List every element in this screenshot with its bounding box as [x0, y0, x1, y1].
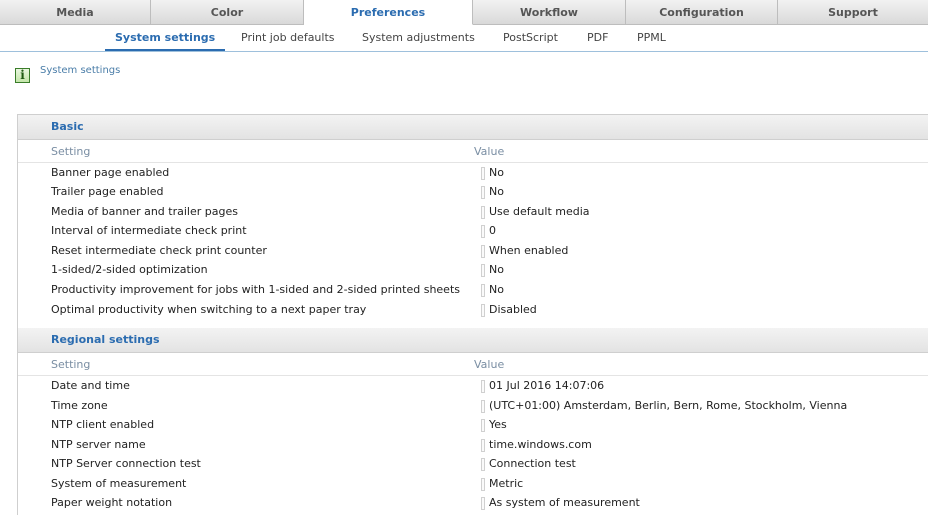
tab-workflow[interactable]: Workflow: [473, 0, 626, 25]
setting-value: No: [489, 166, 504, 179]
setting-value: No: [489, 263, 504, 276]
setting-row-paper-weight-notation[interactable]: Paper weight notation As system of measu…: [18, 494, 928, 514]
divider: [18, 375, 928, 376]
setting-value: time.windows.com: [489, 438, 592, 451]
setting-value: When enabled: [489, 244, 569, 257]
setting-row-trailer-page[interactable]: Trailer page enabled No: [18, 183, 928, 203]
column-header-value: Value: [474, 145, 505, 158]
setting-label: 1-sided/2-sided optimization: [51, 263, 208, 276]
setting-label: System of measurement: [51, 477, 187, 490]
value-marker: [481, 439, 485, 452]
value-marker: [481, 225, 485, 238]
tab-preferences[interactable]: Preferences: [304, 0, 473, 25]
setting-value: No: [489, 283, 504, 296]
setting-row-sided-optimization[interactable]: 1-sided/2-sided optimization No: [18, 261, 928, 281]
setting-label: Productivity improvement for jobs with 1…: [51, 283, 460, 296]
value-marker: [481, 167, 485, 180]
subtab-ppml[interactable]: PPML: [637, 25, 666, 50]
section-header-basic: Basic: [18, 115, 928, 140]
setting-row-ntp-server-name[interactable]: NTP server name time.windows.com: [18, 436, 928, 456]
setting-label: Date and time: [51, 379, 130, 392]
subtab-postscript[interactable]: PostScript: [503, 25, 558, 50]
setting-label: Optimal productivity when switching to a…: [51, 303, 367, 316]
setting-value: Yes: [489, 418, 507, 431]
tab-color[interactable]: Color: [151, 0, 304, 25]
setting-label: Time zone: [51, 399, 108, 412]
subtab-system-settings[interactable]: System settings: [105, 25, 226, 51]
setting-value: Use default media: [489, 205, 590, 218]
section-title-basic: Basic: [51, 120, 84, 133]
main-tab-bar: Media Color Preferences Workflow Configu…: [0, 0, 928, 25]
sub-tab-bar: System settings Print job defaults Syste…: [0, 25, 928, 52]
setting-value: Connection test: [489, 457, 576, 470]
setting-label: Paper weight notation: [51, 496, 173, 509]
setting-row-optimal-productivity[interactable]: Optimal productivity when switching to a…: [18, 301, 928, 321]
value-marker: [481, 186, 485, 199]
info-icon: i: [15, 68, 30, 83]
value-marker: [481, 478, 485, 491]
setting-label: Reset intermediate check print counter: [51, 244, 267, 257]
value-marker: [481, 264, 485, 277]
section-title-regional: Regional settings: [51, 333, 160, 346]
setting-value: 0: [489, 224, 496, 237]
setting-label: Trailer page enabled: [51, 185, 164, 198]
value-marker: [481, 497, 485, 510]
setting-row-reset-check-print-counter[interactable]: Reset intermediate check print counter W…: [18, 242, 928, 262]
tab-support[interactable]: Support: [778, 0, 928, 25]
value-marker: [481, 419, 485, 432]
setting-row-banner-page[interactable]: Banner page enabled No: [18, 164, 928, 184]
setting-row-check-print-interval[interactable]: Interval of intermediate check print 0: [18, 222, 928, 242]
setting-row-time-zone[interactable]: Time zone (UTC+01:00) Amsterdam, Berlin,…: [18, 397, 928, 417]
subtab-pdf[interactable]: PDF: [587, 25, 608, 50]
breadcrumb: System settings: [40, 65, 121, 76]
column-header-setting: Setting: [51, 145, 91, 158]
column-header-setting: Setting: [51, 358, 91, 371]
setting-label: Banner page enabled: [51, 166, 170, 179]
subtab-print-job-defaults[interactable]: Print job defaults: [241, 25, 335, 50]
setting-value: (UTC+01:00) Amsterdam, Berlin, Bern, Rom…: [489, 399, 848, 412]
setting-value: No: [489, 185, 504, 198]
value-marker: [481, 206, 485, 219]
setting-label: Media of banner and trailer pages: [51, 205, 238, 218]
setting-row-ntp-client[interactable]: NTP client enabled Yes: [18, 416, 928, 436]
section-header-regional: Regional settings: [18, 328, 928, 353]
setting-row-ntp-connection-test[interactable]: NTP Server connection test Connection te…: [18, 455, 928, 475]
setting-value: As system of measurement: [489, 496, 640, 509]
setting-value: 01 Jul 2016 14:07:06: [489, 379, 605, 392]
value-marker: [481, 304, 485, 317]
setting-row-measurement-system[interactable]: System of measurement Metric: [18, 475, 928, 495]
setting-value: Disabled: [489, 303, 537, 316]
subtab-system-adjustments[interactable]: System adjustments: [362, 25, 475, 50]
tab-media[interactable]: Media: [0, 0, 151, 25]
value-marker: [481, 400, 485, 413]
value-marker: [481, 284, 485, 297]
setting-label: NTP Server connection test: [51, 457, 201, 470]
divider: [18, 162, 928, 163]
value-marker: [481, 245, 485, 258]
tab-configuration[interactable]: Configuration: [626, 0, 778, 25]
setting-value: Metric: [489, 477, 524, 490]
setting-row-banner-media[interactable]: Media of banner and trailer pages Use de…: [18, 203, 928, 223]
value-marker: [481, 380, 485, 393]
setting-label: NTP client enabled: [51, 418, 155, 431]
setting-label: NTP server name: [51, 438, 146, 451]
value-marker: [481, 458, 485, 471]
setting-row-date-time[interactable]: Date and time 01 Jul 2016 14:07:06: [18, 377, 928, 397]
setting-label: Interval of intermediate check print: [51, 224, 247, 237]
column-header-value: Value: [474, 358, 505, 371]
settings-panel: Basic Setting Value Banner page enabled …: [17, 114, 928, 515]
setting-row-productivity-improvement[interactable]: Productivity improvement for jobs with 1…: [18, 281, 928, 301]
